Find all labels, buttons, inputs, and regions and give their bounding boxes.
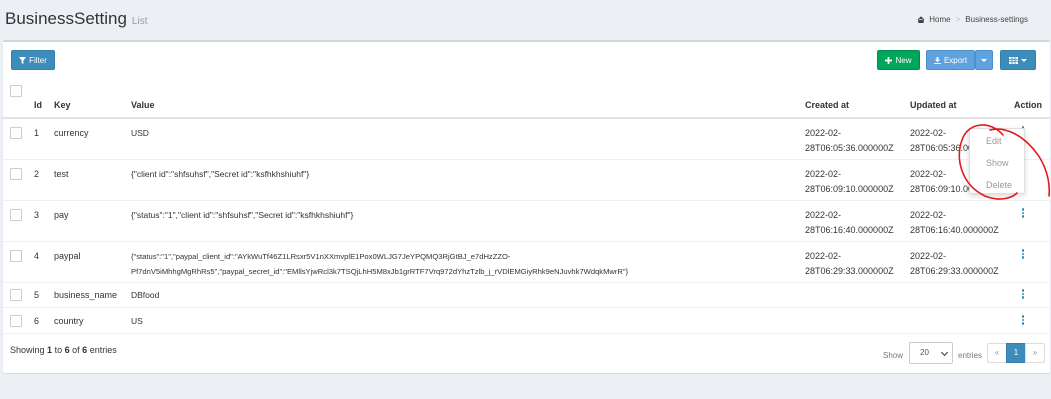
filter-icon — [19, 56, 27, 64]
row-key: paypal — [54, 251, 81, 261]
row-id: 2 — [34, 169, 40, 179]
column-header-value[interactable]: Value — [131, 100, 155, 110]
kebab-menu-icon[interactable] — [1020, 289, 1026, 300]
pagination-page-current[interactable]: 1 — [1006, 343, 1026, 363]
row-created-at: 2022-02- 28T06:05:36.000000Z — [805, 128, 894, 153]
chevron-down-icon — [940, 348, 949, 357]
row-id: 6 — [34, 316, 40, 326]
row-divider — [3, 200, 1050, 201]
chevron-down-icon — [981, 58, 987, 62]
list-box: Filter New Export Id Key Value Created a… — [3, 40, 1050, 373]
kebab-menu-icon[interactable] — [1020, 315, 1026, 326]
breadcrumb: Home > Business-settings — [917, 15, 1028, 24]
row-value: {"client id":"shfsuhsf","Secret id":"ksf… — [131, 169, 310, 179]
kebab-menu-icon[interactable] — [1020, 249, 1026, 260]
row-updated-at: 2022-02- 28T06:16:40.000000Z — [910, 210, 999, 235]
row-key: pay — [54, 210, 69, 220]
export-dropdown-toggle[interactable] — [975, 50, 993, 70]
row-checkbox[interactable] — [10, 289, 22, 301]
row-divider — [3, 241, 1050, 242]
pagination-prev[interactable]: « — [987, 343, 1007, 363]
plus-icon — [885, 56, 893, 64]
row-value: {"status":"1","client id":"shfsuhsf","Se… — [131, 210, 354, 220]
per-page-select[interactable]: 20 — [909, 342, 953, 364]
filter-button-label: Filter — [29, 55, 47, 65]
row-value: DBfood — [131, 290, 160, 300]
row-divider — [3, 333, 1050, 334]
column-header-id[interactable]: Id — [34, 100, 42, 110]
row-id: 3 — [34, 210, 40, 220]
row-id: 5 — [34, 290, 40, 300]
export-button[interactable]: Export — [926, 50, 975, 70]
per-page-value: 20 — [920, 348, 929, 357]
row-key: currency — [54, 128, 89, 138]
row-divider — [3, 307, 1050, 308]
columns-icon — [1009, 56, 1018, 64]
per-page-label: Show — [883, 351, 904, 360]
row-created-at: 2022-02- 28T06:29:33.000000Z — [805, 251, 894, 276]
select-all-checkbox[interactable] — [10, 85, 22, 97]
breadcrumb-home[interactable]: Home — [929, 15, 950, 24]
row-action-edit[interactable]: Edit — [970, 132, 1024, 151]
row-created-at: 2022-02- 28T06:16:40.000000Z — [805, 210, 894, 235]
kebab-menu-icon[interactable] — [1020, 208, 1026, 219]
column-header-action: Action — [1014, 100, 1042, 110]
row-action-delete[interactable]: Delete — [970, 176, 1024, 195]
download-icon — [933, 56, 941, 64]
row-divider — [3, 282, 1050, 283]
home-icon — [917, 16, 925, 23]
row-checkbox[interactable] — [10, 127, 22, 139]
row-key: test — [54, 169, 69, 179]
row-checkbox[interactable] — [10, 250, 22, 262]
header-divider — [3, 117, 1050, 119]
row-key: business_name — [54, 290, 118, 300]
export-button-label: Export — [943, 55, 968, 65]
row-created-at: 2022-02- 28T06:09:10.000000Z — [805, 169, 894, 194]
row-updated-at: 2022-02- 28T06:29:33.000000Z — [910, 251, 999, 276]
row-value: {"status":"1","paypal_client_id":"AYkWuT… — [131, 252, 629, 276]
row-value: USD — [131, 128, 149, 138]
row-checkbox[interactable] — [10, 168, 22, 180]
row-checkbox[interactable] — [10, 315, 22, 327]
pagination-summary: Showing 1 to 6 of 6 entries — [10, 345, 117, 355]
columns-selector-button[interactable] — [1000, 50, 1036, 70]
page-header: BusinessSetting List Home > Business-settin… — [0, 0, 1051, 38]
column-header-key[interactable]: Key — [54, 100, 71, 110]
page-subtitle: List — [131, 16, 148, 27]
row-id: 4 — [34, 251, 40, 261]
page-title-text: BusinessSetting — [5, 9, 127, 28]
row-divider — [3, 159, 1050, 160]
new-button[interactable]: New — [877, 50, 920, 70]
filter-button[interactable]: Filter — [11, 50, 55, 70]
entries-label: entries — [958, 351, 983, 360]
new-button-label: New — [895, 55, 912, 65]
page-title: BusinessSetting List — [5, 9, 147, 29]
breadcrumb-current: Business-settings — [965, 15, 1028, 24]
row-checkbox[interactable] — [10, 209, 22, 221]
row-action-show[interactable]: Show — [970, 154, 1024, 173]
column-header-created-at[interactable]: Created at — [805, 100, 849, 110]
row-key: country — [54, 316, 84, 326]
column-header-updated-at[interactable]: Updated at — [910, 100, 957, 110]
chevron-down-icon — [1021, 58, 1027, 62]
row-actions-dropdown: Edit Show Delete — [969, 128, 1025, 194]
row-id: 1 — [34, 128, 40, 138]
row-value: US — [131, 316, 143, 326]
pagination-next[interactable]: » — [1025, 343, 1045, 363]
